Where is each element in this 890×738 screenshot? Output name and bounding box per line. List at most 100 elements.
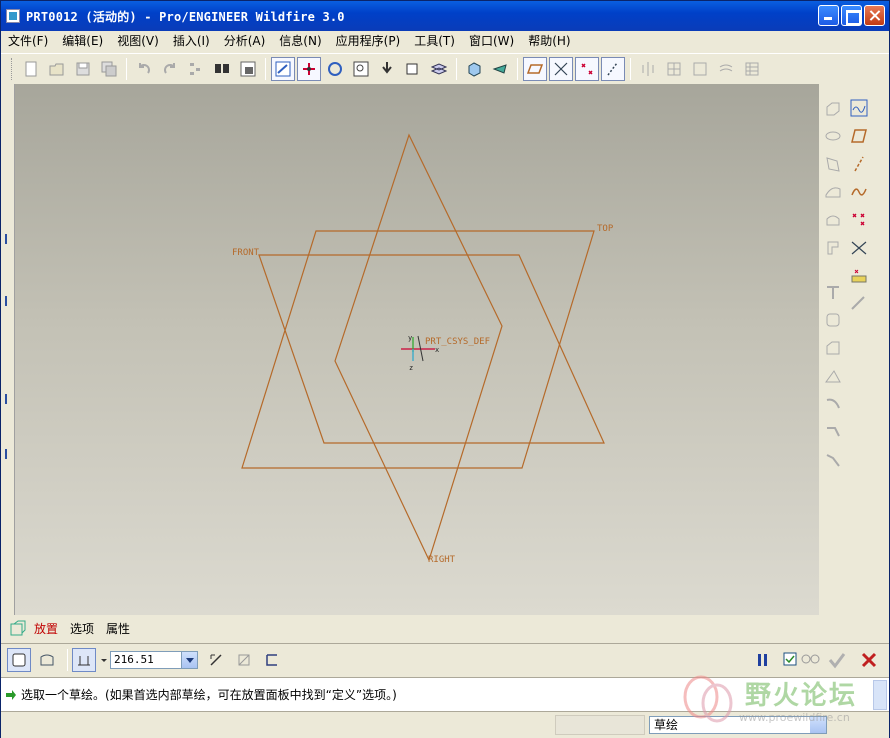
navigator-strip[interactable] [1,84,15,615]
extrude-icon[interactable] [821,96,845,120]
hole-icon[interactable] [821,280,845,304]
reorient-icon[interactable] [375,57,399,81]
chamfer-icon[interactable] [821,336,845,360]
close-button[interactable] [864,5,885,26]
datum-curve-icon[interactable] [847,180,871,204]
sweep-icon[interactable] [821,152,845,176]
cancel-button[interactable] [857,648,881,672]
navigator-tab-marker[interactable] [5,394,10,404]
toolbar-grip[interactable] [11,57,14,80]
coord-sys-icon[interactable] [601,56,625,81]
dashboard-tabs: 放置 选项 属性 [1,617,889,641]
regenerate-icon[interactable] [184,57,208,81]
shading-icon[interactable] [462,57,486,81]
spin-center-icon[interactable] [297,56,321,81]
tab-properties[interactable]: 属性 [101,618,135,640]
merge-icon[interactable] [688,57,712,81]
pause-button[interactable] [751,648,775,672]
window-title: PRT0012 (活动的) - Pro/ENGINEER Wildfire 3.… [26,9,345,24]
save-icon[interactable] [71,57,95,81]
menu-file[interactable]: 文件(F) [1,31,55,51]
menu-view[interactable]: 视图(V) [110,31,166,51]
round-icon[interactable] [821,308,845,332]
datum-label-top: TOP [597,224,614,234]
shell-icon[interactable] [821,208,845,232]
view-manager-icon[interactable] [236,57,260,81]
navigator-tab-marker[interactable] [5,449,10,459]
maximize-button[interactable] [841,5,862,26]
saved-views-icon[interactable] [401,57,425,81]
datum-csys-tool-icon[interactable] [847,236,871,260]
datum-point-tool-icon[interactable] [847,208,871,232]
solid-extrude-button[interactable] [7,647,31,672]
remove-material-button[interactable] [232,648,256,672]
datum-plane-tool-icon[interactable] [847,124,871,148]
find-icon[interactable] [210,57,234,81]
undo-icon[interactable] [132,57,156,81]
apply-button[interactable] [825,648,849,672]
datum-label-front: FRONT [232,248,260,258]
csys-y-label: y [408,334,412,342]
menu-window[interactable]: 窗口(W) [462,31,521,51]
pattern-icon[interactable] [662,57,686,81]
open-icon[interactable] [45,57,69,81]
warp-icon[interactable] [821,392,845,416]
new-icon[interactable] [19,57,43,81]
navigator-tab-marker[interactable] [5,234,10,244]
surface-extrude-button[interactable] [35,648,59,672]
trim-icon[interactable] [714,57,738,81]
datum-points-icon[interactable] [575,56,599,81]
menu-edit[interactable]: 编辑(E) [55,31,110,51]
model-canvas[interactable]: FRONT TOP RIGHT PRT_CSYS_DEF x y z [15,84,819,615]
flip-direction-button[interactable] [204,648,228,672]
preview-checkbox[interactable] [783,652,797,669]
menu-bar: 文件(F) 编辑(E) 视图(V) 插入(I) 分析(A) 信息(N) 应用程序… [1,31,889,51]
chevron-down-icon[interactable] [810,717,826,733]
redo-icon[interactable] [158,57,182,81]
message-scrollbar[interactable] [873,680,887,710]
main-toolbar [1,53,889,83]
menu-help[interactable]: 帮助(H) [521,31,577,51]
datum-axes-icon[interactable] [549,56,573,81]
datum-axis-tool-icon[interactable] [847,152,871,176]
spinal-bend-icon[interactable] [821,448,845,472]
datum-plane-right [334,133,503,562]
datum-planes-icon[interactable] [523,56,547,81]
draft-icon[interactable] [821,364,845,388]
repaint-icon[interactable] [271,56,295,81]
depth-value-input[interactable]: 216.51 [110,650,198,669]
revolve-icon[interactable] [821,124,845,148]
depth-dropdown-arrow[interactable] [100,653,108,667]
minimize-button[interactable] [818,5,839,26]
menu-analysis[interactable]: 分析(A) [217,31,273,51]
layers-icon[interactable] [427,57,451,81]
orient-icon[interactable] [323,57,347,81]
save-copy-icon[interactable] [97,57,121,81]
navigator-tab-marker[interactable] [5,296,10,306]
sketch-icon[interactable] [847,96,871,120]
rib-icon[interactable] [821,236,845,260]
toroidal-bend-icon[interactable] [821,420,845,444]
zoom-in-icon[interactable] [349,57,373,81]
tab-placement[interactable]: 放置 [29,618,63,640]
coordinate-system[interactable]: PRT_CSYS_DEF x y z [401,334,490,372]
selection-filter[interactable]: 草绘 [649,716,827,734]
verify-icon[interactable] [801,652,821,669]
table-icon[interactable] [740,57,764,81]
title-bar[interactable]: PRT0012 (活动的) - Pro/ENGINEER Wildfire 3.… [1,1,889,31]
graphics-window[interactable]: FRONT TOP RIGHT PRT_CSYS_DEF x y z [15,84,819,615]
depth-option-button[interactable] [72,647,96,672]
tab-options[interactable]: 选项 [65,618,99,640]
thicken-sketch-button[interactable] [260,648,284,672]
blend-icon[interactable] [821,180,845,204]
menu-insert[interactable]: 插入(I) [166,31,217,51]
menu-applications[interactable]: 应用程序(P) [329,31,408,51]
menu-info[interactable]: 信息(N) [272,31,328,51]
analysis-feature-icon[interactable] [847,264,871,288]
model-display-icon[interactable] [488,57,512,81]
mirror-icon[interactable] [636,57,660,81]
menu-tools[interactable]: 工具(T) [407,31,462,51]
sketched-datum-icon[interactable] [847,292,871,316]
app-icon[interactable] [6,9,20,23]
chevron-down-icon[interactable] [181,651,197,668]
